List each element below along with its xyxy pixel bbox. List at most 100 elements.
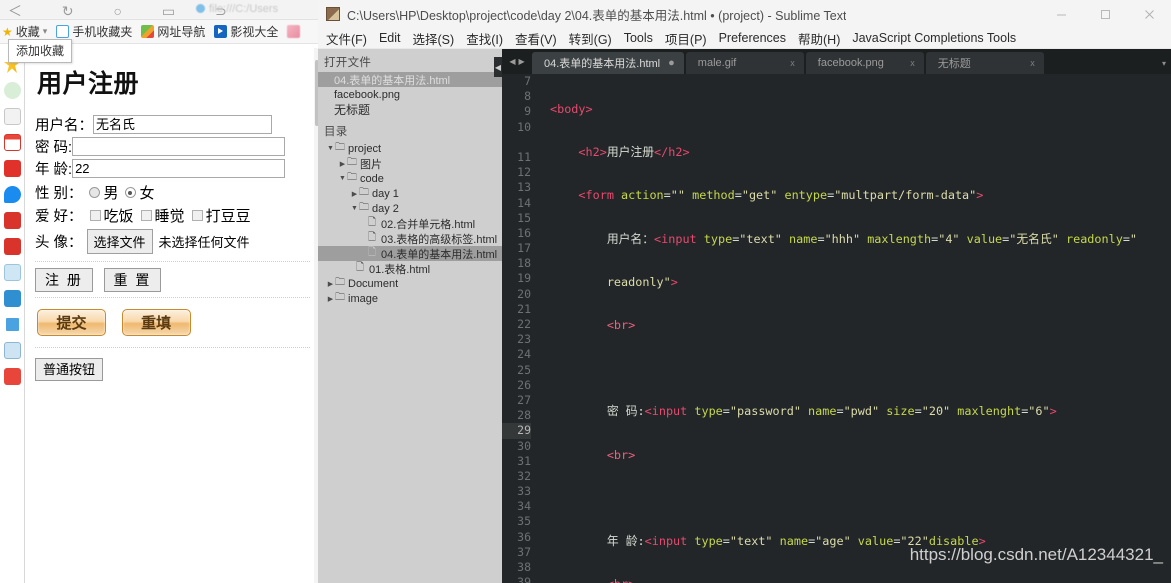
monitor-icon[interactable]: [3, 316, 21, 333]
hobby-checkbox-doudou[interactable]: [191, 210, 203, 221]
tab-label: male.gif: [697, 57, 737, 69]
red-app-icon[interactable]: [3, 160, 21, 177]
submit-button[interactable]: 注 册: [35, 268, 93, 292]
tab-nav-arrows[interactable]: ◀ ▶: [502, 49, 532, 74]
close-icon[interactable]: x: [790, 58, 795, 68]
open-file-item[interactable]: 无标题: [318, 102, 502, 117]
menu-item-js-completions[interactable]: JavaScript Completions Tools: [852, 31, 1016, 45]
sidebar-collapse-handle[interactable]: ◀: [494, 57, 502, 77]
chevron-right-icon[interactable]: ▶: [350, 190, 359, 198]
menu-item-edit[interactable]: Edit: [379, 31, 401, 45]
code-line: <form action="" method="get" entype="mul…: [578, 188, 984, 203]
bookmark-favorites[interactable]: ★ 收藏 ▾: [2, 23, 47, 40]
misc-icon: [287, 25, 301, 38]
menu-item-project[interactable]: 项目(P): [665, 29, 707, 48]
username-label: 用户名：: [35, 118, 93, 134]
tab-male-gif[interactable]: male.gif x: [685, 52, 804, 74]
tab-facebook-png[interactable]: facebook.png x: [805, 52, 924, 74]
username-row: 用户名： 无名氏: [35, 114, 310, 135]
menu-item-goto[interactable]: 转到(G): [569, 29, 612, 48]
password-input[interactable]: [72, 137, 286, 156]
menu-item-tools[interactable]: Tools: [624, 31, 653, 45]
code-lines[interactable]: <body> <h2>用户注册</h2> <form action="" met…: [540, 74, 1171, 583]
minimize-button[interactable]: [1039, 0, 1083, 28]
chevron-right-icon[interactable]: ▶: [519, 57, 525, 66]
tree-item-label: 01.表格.html: [369, 263, 431, 276]
submit-image-button[interactable]: 提交: [37, 309, 106, 336]
chevron-right-icon[interactable]: ▶: [326, 295, 335, 303]
folders-header: 目录: [324, 126, 348, 138]
menu-item-file[interactable]: 文件(F): [326, 29, 367, 48]
chevron-left-icon[interactable]: ◀: [509, 57, 515, 66]
menu-item-help[interactable]: 帮助(H): [798, 29, 840, 48]
tree-item-file[interactable]: 🗋 03.表格的高级标签.html: [318, 231, 502, 246]
desktop-icon-rail: [0, 48, 24, 583]
tree-item-file[interactable]: 🗋 01.表格.html: [318, 261, 502, 276]
close-icon[interactable]: x: [910, 58, 915, 68]
blue-chat-icon[interactable]: [3, 186, 21, 203]
menu-item-preferences[interactable]: Preferences: [719, 31, 786, 45]
tree-item-day1[interactable]: ▶ 🗀 day 1: [318, 186, 502, 201]
archive-icon[interactable]: [3, 342, 21, 359]
chevron-down-icon[interactable]: ▼: [326, 145, 335, 152]
menu-bar: 文件(F) Edit 选择(S) 查找(I) 查看(V) 转到(G) Tools…: [318, 28, 1171, 49]
code-area[interactable]: 7 8 9 10 11 12 13 14 15 16 17 18 19 20 2…: [502, 74, 1171, 583]
gender-radio-female[interactable]: [124, 187, 136, 198]
tab-untitled[interactable]: 无标题 x: [925, 52, 1044, 74]
gender-row: 性 别： 男 女: [35, 182, 310, 203]
tab-overflow-icon[interactable]: ▾: [1157, 52, 1171, 74]
tree-item-file[interactable]: 🗋 02.合并单元格.html: [318, 216, 502, 231]
maximize-button[interactable]: [1083, 0, 1127, 28]
menu-item-view[interactable]: 查看(V): [515, 29, 557, 48]
paint-icon[interactable]: [3, 264, 21, 281]
reset-image-button[interactable]: 重填: [121, 309, 191, 336]
code-line: <br>: [550, 577, 1171, 583]
close-button[interactable]: [1127, 0, 1171, 28]
menu-item-find[interactable]: 查找(I): [466, 29, 503, 48]
plain-button-row: 普通按钮: [35, 356, 310, 381]
bookmark-video[interactable]: 影视大全: [214, 23, 278, 40]
bookmark-site-nav[interactable]: 网址导航: [141, 23, 205, 40]
film-icon[interactable]: [3, 290, 21, 307]
chevron-down-icon[interactable]: ▼: [350, 205, 359, 212]
page-favicon-icon: [196, 4, 205, 13]
open-file-item[interactable]: 04.表单的基本用法.html: [318, 72, 502, 87]
tree-item-code[interactable]: ▼ 🗀 code: [318, 171, 502, 186]
tree-item-day2[interactable]: ▼ 🗀 day 2: [318, 201, 502, 216]
sublime-text-window: C:\Users\HP\Desktop\project\code\day 2\0…: [318, 0, 1171, 583]
bookmark-mobile-favorites[interactable]: 手机收藏夹: [56, 23, 132, 40]
wechat-icon[interactable]: [3, 82, 21, 99]
open-file-label: 无标题: [334, 103, 371, 117]
close-icon[interactable]: x: [1030, 58, 1035, 68]
choose-file-button[interactable]: 选择文件: [86, 229, 153, 254]
open-file-item[interactable]: facebook.png: [318, 87, 502, 102]
tree-item-project[interactable]: ▼ 🗀 project: [318, 141, 502, 156]
file-status-text: 未选择任何文件: [158, 235, 250, 250]
username-input[interactable]: 无名氏: [93, 115, 272, 134]
number-badge-icon[interactable]: [3, 238, 21, 255]
calendar-icon[interactable]: [3, 134, 21, 151]
tree-item-document[interactable]: ▶ 🗀 Document: [318, 276, 502, 291]
tree-item-images[interactable]: ▶ 🗀 图片: [318, 156, 502, 171]
reset-button[interactable]: 重 置: [103, 268, 162, 292]
compass-icon: [141, 25, 155, 38]
bookmark-misc[interactable]: [287, 25, 301, 38]
chevron-right-icon[interactable]: ▶: [326, 280, 335, 288]
pdf-icon[interactable]: [3, 368, 21, 385]
tree-item-image[interactable]: ▶ 🗀 image: [318, 291, 502, 306]
gender-radio-male[interactable]: [88, 187, 100, 198]
menu-item-selection[interactable]: 选择(S): [413, 29, 455, 48]
age-input[interactable]: 22: [72, 159, 286, 178]
code-scrollbar[interactable]: [1166, 74, 1171, 583]
document-icon[interactable]: [3, 108, 21, 125]
chevron-right-icon[interactable]: ▶: [338, 160, 347, 168]
word-icon[interactable]: [3, 212, 21, 229]
tree-item-file-selected[interactable]: 🗋 04.表单的基本用法.html: [318, 246, 502, 261]
chevron-down-icon[interactable]: ▼: [338, 175, 347, 182]
hobby-checkbox-sleep[interactable]: [140, 210, 152, 221]
plain-button[interactable]: 普通按钮: [35, 358, 104, 381]
address-bar[interactable]: file:///C:/Users: [196, 3, 278, 15]
tab-form-basics[interactable]: 04.表单的基本用法.html ●: [532, 52, 684, 74]
hobby-checkbox-eat[interactable]: [89, 210, 101, 221]
